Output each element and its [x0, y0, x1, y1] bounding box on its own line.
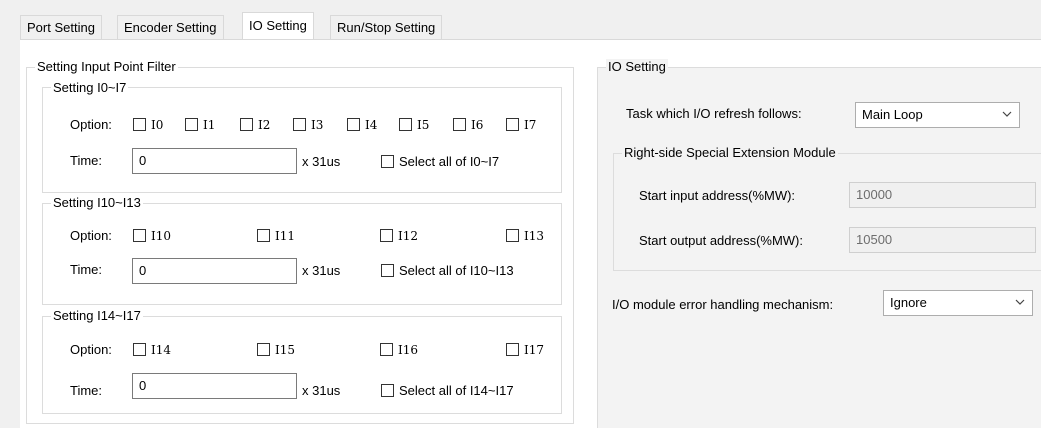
checkbox-i13[interactable] [506, 229, 519, 242]
error-handling-label: I/O module error handling mechanism: [612, 297, 834, 312]
checkbox-label-i11: I11 [275, 229, 296, 243]
time-unit: x 31us [302, 263, 341, 278]
option-label: Option: [70, 228, 112, 243]
chevron-down-icon [1015, 299, 1025, 305]
input-filter-title: Setting Input Point Filter [35, 59, 178, 75]
checkbox-select-all-i10-i13[interactable] [381, 264, 394, 277]
select-all-label: Select all of I10~I13 [399, 263, 514, 278]
refresh-task-label: Task which I/O refresh follows: [626, 106, 802, 121]
checkbox-select-all-i0-i7[interactable] [381, 155, 394, 168]
checkbox-label-i13: I13 [524, 229, 545, 243]
filter-group-title: Setting I0~I7 [51, 80, 129, 96]
refresh-task-value: Main Loop [862, 107, 923, 122]
filter-group-i10-i13 [42, 203, 562, 305]
checkbox-i12[interactable] [380, 229, 393, 242]
checkbox-i17[interactable] [506, 343, 519, 356]
checkbox-i4[interactable] [347, 118, 360, 131]
tab-io-setting[interactable]: IO Setting [242, 12, 314, 40]
checkbox-i14[interactable] [133, 343, 146, 356]
checkbox-i16[interactable] [380, 343, 393, 356]
checkbox-i5[interactable] [399, 118, 412, 131]
checkbox-i10[interactable] [133, 229, 146, 242]
time-label: Time: [70, 383, 103, 398]
time-label: Time: [70, 153, 103, 168]
refresh-task-dropdown[interactable]: Main Loop [855, 102, 1020, 128]
checkbox-label-i10: I10 [151, 229, 172, 243]
checkbox-i3[interactable] [293, 118, 306, 131]
checkbox-i1[interactable] [185, 118, 198, 131]
checkbox-label-i16: I16 [398, 343, 419, 357]
filter-group-title: Setting I14~I17 [51, 308, 143, 324]
option-label: Option: [70, 117, 112, 132]
time-unit: x 31us [302, 154, 341, 169]
checkbox-i11[interactable] [257, 229, 270, 242]
time-unit: x 31us [302, 383, 341, 398]
checkbox-label-i6: I6 [471, 118, 484, 132]
time-input-i14-i17[interactable]: 0 [132, 373, 297, 399]
start-input-label: Start input address(%MW): [639, 188, 796, 203]
start-output-address-field[interactable]: 10500 [849, 227, 1036, 253]
time-input-i0-i7[interactable]: 0 [132, 148, 297, 174]
error-handling-value: Ignore [890, 295, 927, 310]
checkbox-i6[interactable] [453, 118, 466, 131]
checkbox-label-i14: I14 [151, 343, 172, 357]
filter-group-i0-i7 [42, 87, 562, 193]
start-output-label: Start output address(%MW): [639, 233, 803, 248]
select-all-label: Select all of I14~I17 [399, 383, 514, 398]
checkbox-label-i2: I2 [258, 118, 271, 132]
checkbox-label-i4: I4 [365, 118, 378, 132]
option-label: Option: [70, 342, 112, 357]
time-label: Time: [70, 262, 103, 277]
checkbox-label-i0: I0 [151, 118, 164, 132]
tab-run-stop-setting[interactable]: Run/Stop Setting [330, 15, 443, 39]
checkbox-i15[interactable] [257, 343, 270, 356]
extension-module-group [613, 153, 1041, 271]
checkbox-i2[interactable] [240, 118, 253, 131]
checkbox-label-i15: I15 [275, 343, 296, 357]
select-all-label: Select all of I0~I7 [399, 154, 500, 169]
checkbox-label-i12: I12 [398, 229, 419, 243]
tab-port-setting[interactable]: Port Setting [20, 15, 102, 39]
error-handling-dropdown[interactable]: Ignore [883, 290, 1033, 316]
checkbox-label-i7: I7 [524, 118, 537, 132]
filter-group-title: Setting I10~I13 [51, 195, 143, 211]
io-setting-title: IO Setting [606, 59, 668, 75]
checkbox-select-all-i14-i17[interactable] [381, 384, 394, 397]
filter-group-i14-i17 [42, 316, 562, 414]
checkbox-i7[interactable] [506, 118, 519, 131]
checkbox-label-i1: I1 [203, 118, 216, 132]
extension-module-title: Right-side Special Extension Module [622, 145, 838, 161]
checkbox-label-i5: I5 [417, 118, 430, 132]
chevron-down-icon [1002, 111, 1012, 117]
start-input-address-field[interactable]: 10000 [849, 182, 1036, 208]
checkbox-i0[interactable] [133, 118, 146, 131]
time-input-i10-i13[interactable]: 0 [132, 258, 297, 284]
checkbox-label-i17: I17 [524, 343, 545, 357]
checkbox-label-i3: I3 [311, 118, 324, 132]
tab-encoder-setting[interactable]: Encoder Setting [117, 15, 224, 39]
